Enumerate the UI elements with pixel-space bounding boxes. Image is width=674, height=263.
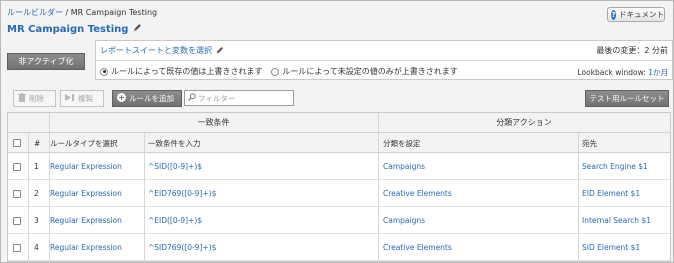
row-number: 4 <box>34 243 39 252</box>
table-row: 4 Regular Expression ^SID769([0-9]+)$ Cr… <box>8 234 670 261</box>
rule-type-link[interactable]: Regular Expression <box>50 153 122 180</box>
search-icon <box>188 93 196 103</box>
checkbox-icon[interactable] <box>13 243 21 252</box>
classification-link[interactable]: Campaigns <box>383 153 425 180</box>
match-condition-link[interactable]: ^EID([0-9]+)$ <box>148 207 202 234</box>
checkbox-icon[interactable] <box>13 216 21 225</box>
rule-type-link[interactable]: Regular Expression <box>50 180 122 207</box>
col-header-set-classification: 分類を設定 <box>383 138 421 148</box>
col-header-rule-type: ルールタイプを選択 <box>50 138 118 148</box>
filter-placeholder: フィルター <box>198 93 236 103</box>
checkbox-icon[interactable] <box>13 189 21 198</box>
page-title-row: MR Campaign Testing <box>7 23 142 35</box>
row-number: 2 <box>34 189 39 198</box>
rule-type-link[interactable]: Regular Expression <box>50 234 122 261</box>
row-checkbox[interactable] <box>13 153 21 180</box>
match-condition-link[interactable]: ^EID769([0-9]+)$ <box>148 180 216 207</box>
lookback-value-link[interactable]: 1か月 <box>648 68 668 77</box>
ruleset-settings-panel: レポートスイートと変数を選択 最後の変更：2 分前 ルールによって既存の値は上書… <box>95 40 673 80</box>
select-all-checkbox[interactable] <box>13 133 21 153</box>
rules-toolbar: 削除 複製 ルールを追加 フィルター テスト用ルールセット <box>7 89 671 111</box>
col-header-num: # <box>34 138 41 148</box>
row-number: 3 <box>34 216 39 225</box>
checkbox-icon[interactable] <box>13 139 21 147</box>
delete-label: 削除 <box>29 94 44 103</box>
table-row: 1 Regular Expression ^SID([0-9]+)$ Campa… <box>8 153 670 180</box>
filter-input[interactable]: フィルター <box>184 90 294 106</box>
delete-button[interactable]: 削除 <box>13 90 56 107</box>
test-ruleset-button[interactable]: テスト用ルールセット <box>585 90 669 107</box>
radio-selected-icon[interactable] <box>100 67 108 76</box>
report-suite-selector[interactable]: レポートスイートと変数を選択 <box>100 45 224 56</box>
table-row: 2 Regular Expression ^EID769([0-9]+)$ Cr… <box>8 180 670 207</box>
add-rule-button[interactable]: ルールを追加 <box>112 90 182 107</box>
radio-overwrite-label: ルールによって既存の値は上書きされます <box>111 67 263 76</box>
column-divider <box>28 133 29 263</box>
radio-unset-label: ルールによって未設定の値のみが上書きされます <box>282 67 458 76</box>
rule-builder-window: ルールビルダー / MR Campaign Testing MR Campaig… <box>0 0 674 263</box>
deactivate-button[interactable]: 非アクティブ化 <box>7 53 85 70</box>
table-header-row: # ルールタイプを選択 一致条件を入力 分類を設定 宛先 <box>8 133 670 153</box>
trash-icon <box>18 93 26 104</box>
checkbox-icon[interactable] <box>13 162 21 171</box>
panel-divider <box>96 60 672 61</box>
radio-overwrite-unset-only[interactable]: ルールによって未設定の値のみが上書きされます <box>271 66 458 77</box>
breadcrumb-current: MR Campaign Testing <box>70 8 158 17</box>
copy-button[interactable]: 複製 <box>60 90 104 107</box>
classification-link[interactable]: Campaigns <box>383 207 425 234</box>
documentation-button[interactable]: ? ドキュメント <box>607 7 665 22</box>
radio-overwrite-existing[interactable]: ルールによって既存の値は上書きされます <box>100 66 262 77</box>
help-question-icon: ? <box>611 9 616 20</box>
breadcrumb-separator: / <box>63 8 71 17</box>
group-header-classify: 分類アクション <box>378 113 670 133</box>
breadcrumb: ルールビルダー / MR Campaign Testing <box>7 7 157 18</box>
column-divider <box>378 113 379 263</box>
documentation-label: ドキュメント <box>619 10 664 19</box>
destination-link[interactable]: SID Element $1 <box>582 234 640 261</box>
classification-link[interactable]: Creative Elements <box>383 234 452 261</box>
copy-label: 複製 <box>78 94 93 103</box>
group-header-blank <box>8 113 49 133</box>
classification-link[interactable]: Creative Elements <box>383 180 452 207</box>
plus-icon <box>117 93 126 104</box>
column-divider <box>49 113 50 263</box>
destination-link[interactable]: Search Engine $1 <box>582 153 648 180</box>
match-condition-link[interactable]: ^SID769([0-9]+)$ <box>148 234 216 261</box>
row-checkbox[interactable] <box>13 234 21 261</box>
radio-unselected-icon[interactable] <box>271 67 280 76</box>
edit-title-pencil-icon[interactable] <box>133 23 142 35</box>
row-checkbox[interactable] <box>13 180 21 207</box>
overwrite-options: ルールによって既存の値は上書きされます ルールによって未設定の値のみが上書きされ… <box>100 66 458 77</box>
col-header-to: 宛先 <box>582 138 597 148</box>
match-condition-link[interactable]: ^SID([0-9]+)$ <box>148 153 202 180</box>
lookback-window: Lookback window: 1か月 <box>577 67 668 78</box>
page-title: MR Campaign Testing <box>7 23 129 35</box>
lookback-label: Lookback window: <box>577 68 649 77</box>
breadcrumb-rule-builder-link[interactable]: ルールビルダー <box>7 8 63 17</box>
add-rule-label: ルールを追加 <box>129 94 174 103</box>
col-header-match-condition: 一致条件を入力 <box>148 138 201 148</box>
row-number: 1 <box>34 162 39 171</box>
report-suite-link[interactable]: レポートスイートと変数を選択 <box>100 45 212 56</box>
column-divider <box>578 133 579 263</box>
destination-link[interactable]: Internal Search $1 <box>582 207 651 234</box>
last-modified-text: 最後の変更：2 分前 <box>596 46 668 55</box>
group-header-match: 一致条件 <box>49 113 378 133</box>
rule-type-link[interactable]: Regular Expression <box>50 207 122 234</box>
table-row: 3 Regular Expression ^EID([0-9]+)$ Campa… <box>8 207 670 234</box>
column-divider <box>144 133 145 263</box>
row-checkbox[interactable] <box>13 207 21 234</box>
destination-link[interactable]: EID Element $1 <box>582 180 640 207</box>
copy-icon <box>65 93 75 104</box>
rules-table: 一致条件 分類アクション # ルールタイプを選択 一致条件を入力 分類を設定 宛… <box>7 112 671 263</box>
edit-pencil-icon[interactable] <box>216 46 224 56</box>
